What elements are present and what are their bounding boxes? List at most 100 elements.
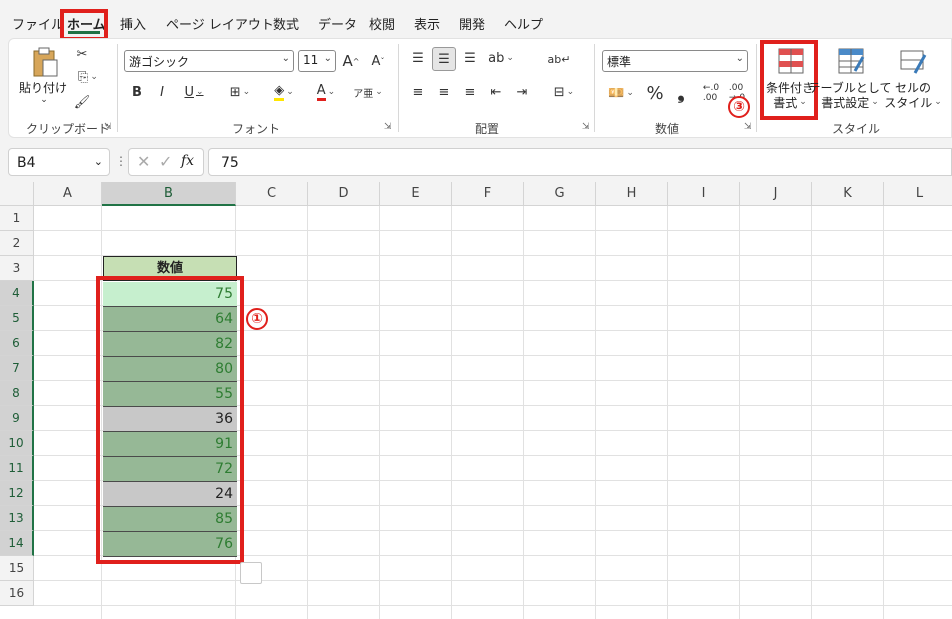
column-header-a[interactable]: A: [34, 182, 102, 206]
cell-styles-icon[interactable]: [898, 46, 928, 76]
format-as-table-label-text: 書式設定: [821, 95, 870, 110]
increase-decimal-icon[interactable]: ←.0.00: [700, 82, 722, 104]
name-box[interactable]: B4 ⌄: [8, 148, 110, 176]
row-header-8[interactable]: 8: [0, 381, 34, 406]
row-header-12[interactable]: 12: [0, 481, 34, 506]
grid-line: [883, 206, 884, 619]
align-bottom-icon[interactable]: ☰: [460, 48, 480, 68]
row-header-7[interactable]: 7: [0, 356, 34, 381]
grid-line: [34, 605, 952, 606]
comma-style-icon[interactable]: ❟: [672, 82, 690, 104]
row-header-9[interactable]: 9: [0, 406, 34, 431]
decrease-indent-icon[interactable]: ⇤: [486, 82, 506, 102]
menu-view[interactable]: 表示: [414, 14, 440, 33]
menu-page-layout[interactable]: ページ レイアウト: [166, 14, 274, 33]
column-header-g[interactable]: G: [524, 182, 596, 206]
select-all-corner[interactable]: [0, 182, 34, 206]
column-header-j[interactable]: J: [740, 182, 812, 206]
align-top-icon[interactable]: ☰: [408, 48, 428, 68]
menu-bar: ファイル ホーム 挿入 ページ レイアウト 数式 データ 校閲 表示 開発 ヘル…: [0, 0, 952, 40]
font-size-combo[interactable]: 11 ⌄: [298, 50, 336, 72]
row-header-5[interactable]: 5: [0, 306, 34, 331]
align-right-icon[interactable]: ≡: [460, 82, 480, 102]
formula-bar-grip-icon: ⋮: [115, 154, 127, 168]
paste-dropdown-icon[interactable]: ⌄: [36, 95, 52, 105]
grid-line: [739, 206, 740, 619]
menu-insert[interactable]: 挿入: [120, 14, 146, 33]
row-header-14[interactable]: 14: [0, 531, 34, 556]
row-header-6[interactable]: 6: [0, 331, 34, 356]
row-header-13[interactable]: 13: [0, 506, 34, 531]
bold-icon[interactable]: B: [128, 82, 146, 102]
number-format-combo[interactable]: 標準 ⌄: [602, 50, 748, 72]
menu-help[interactable]: ヘルプ: [504, 14, 543, 33]
column-header-l[interactable]: L: [884, 182, 952, 206]
insert-function-icon[interactable]: fx: [181, 153, 194, 169]
menu-formulas[interactable]: 数式: [273, 14, 299, 33]
row-header-4[interactable]: 4: [0, 281, 34, 306]
underline-icon[interactable]: U ⌄: [178, 82, 210, 102]
accounting-format-icon[interactable]: 💴 ⌄: [604, 82, 638, 104]
format-as-table-label-1[interactable]: テーブルとして: [809, 80, 892, 95]
column-header-h[interactable]: H: [596, 182, 668, 206]
cell-styles-label-2[interactable]: スタイル ⌄: [884, 95, 942, 110]
column-header-k[interactable]: K: [812, 182, 884, 206]
align-middle-icon[interactable]: ☰: [432, 47, 456, 71]
styles-group-label: スタイル: [832, 122, 881, 136]
grid-line: [34, 580, 952, 581]
format-as-table-label-2[interactable]: 書式設定 ⌄: [816, 95, 884, 110]
merge-center-icon[interactable]: ⊟ ⌄: [546, 82, 582, 102]
row-header-15[interactable]: 15: [0, 556, 34, 581]
cell-styles-label-1[interactable]: セルの: [886, 80, 940, 95]
clipboard-launcher-icon[interactable]: ⇲: [104, 122, 112, 132]
row-header-16[interactable]: 16: [0, 581, 34, 606]
column-header-d[interactable]: D: [308, 182, 380, 206]
increase-indent-icon[interactable]: ⇥: [512, 82, 532, 102]
row-header-11[interactable]: 11: [0, 456, 34, 481]
grid-line: [34, 230, 952, 231]
number-launcher-icon[interactable]: ⇲: [744, 122, 752, 132]
cancel-icon[interactable]: ✕: [137, 152, 150, 171]
column-header-c[interactable]: C: [236, 182, 308, 206]
enter-icon[interactable]: ✓: [159, 152, 172, 171]
paste-icon[interactable]: [28, 46, 62, 78]
phonetic-icon[interactable]: ア亜 ⌄: [352, 82, 384, 102]
chevron-down-icon[interactable]: ⌄: [94, 155, 103, 168]
wrap-text-icon[interactable]: ab↵: [548, 48, 571, 70]
clipboard-group-label: クリップボード: [26, 122, 111, 136]
alignment-launcher-icon[interactable]: ⇲: [582, 122, 590, 132]
percent-icon[interactable]: %: [644, 82, 666, 104]
menu-data[interactable]: データ: [318, 14, 357, 33]
shrink-font-icon[interactable]: Aˇ: [368, 50, 388, 72]
column-header-i[interactable]: I: [668, 182, 740, 206]
font-launcher-icon[interactable]: ⇲: [384, 122, 392, 132]
formula-input[interactable]: 75: [208, 148, 952, 176]
menu-review[interactable]: 校閲: [369, 14, 395, 33]
alignment-group-label: 配置: [475, 122, 500, 136]
paste-label[interactable]: 貼り付け: [18, 80, 68, 95]
number-group-label: 数値: [655, 122, 680, 136]
row-header-1[interactable]: 1: [0, 206, 34, 231]
row-header-2[interactable]: 2: [0, 231, 34, 256]
font-name-combo[interactable]: 游ゴシック ⌄: [124, 50, 294, 72]
column-header-e[interactable]: E: [380, 182, 452, 206]
format-painter-icon[interactable]: 🖌: [73, 93, 91, 111]
align-center-icon[interactable]: ≡: [434, 82, 454, 102]
row-header-3[interactable]: 3: [0, 256, 34, 281]
copy-icon[interactable]: ⎘ ⌄: [73, 68, 103, 86]
cut-icon[interactable]: ✂: [73, 45, 91, 63]
column-header-f[interactable]: F: [452, 182, 524, 206]
borders-icon[interactable]: ⊞ ⌄: [222, 82, 258, 102]
column-header-b[interactable]: B: [102, 182, 236, 206]
row-header-10[interactable]: 10: [0, 431, 34, 456]
quick-analysis-icon[interactable]: [240, 562, 262, 584]
italic-icon[interactable]: I: [153, 82, 171, 102]
menu-developer[interactable]: 開発: [459, 14, 485, 33]
align-left-icon[interactable]: ≡: [408, 82, 428, 102]
format-as-table-icon[interactable]: [836, 46, 866, 76]
font-color-icon[interactable]: A ⌄: [308, 82, 344, 102]
fill-color-icon[interactable]: ◈ ⌄: [266, 82, 302, 102]
menu-file[interactable]: ファイル: [12, 14, 64, 33]
orientation-icon[interactable]: ab ⌄: [486, 48, 516, 68]
grow-font-icon[interactable]: A ^: [341, 50, 361, 72]
